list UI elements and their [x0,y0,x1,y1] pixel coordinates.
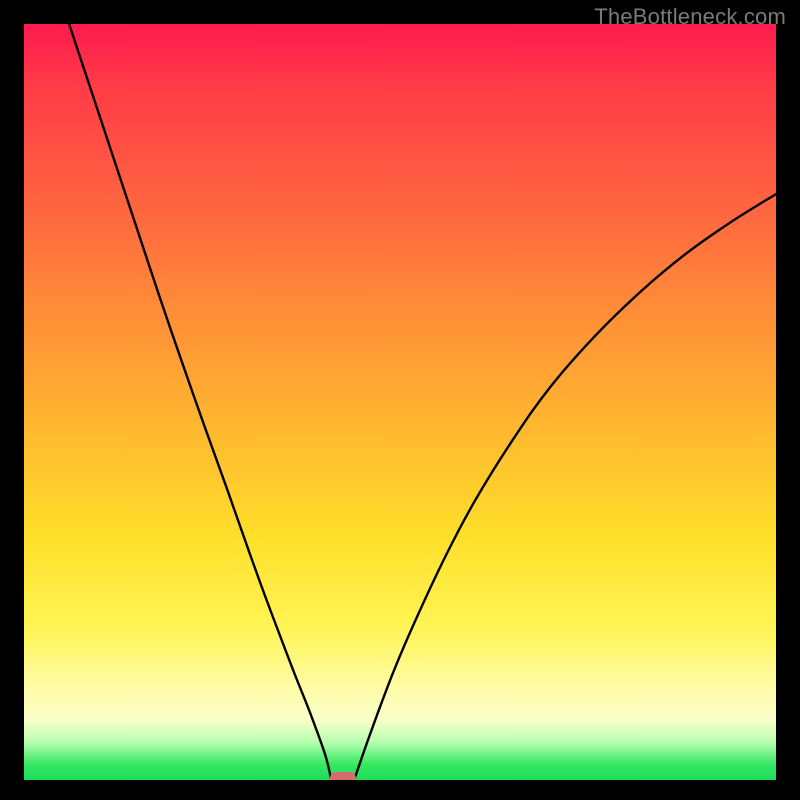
chart-frame: TheBottleneck.com [0,0,800,800]
curve-layer [24,24,776,780]
curve-right [355,194,776,778]
curve-left [69,24,331,778]
minimum-marker [330,772,356,780]
plot-area [24,24,776,780]
